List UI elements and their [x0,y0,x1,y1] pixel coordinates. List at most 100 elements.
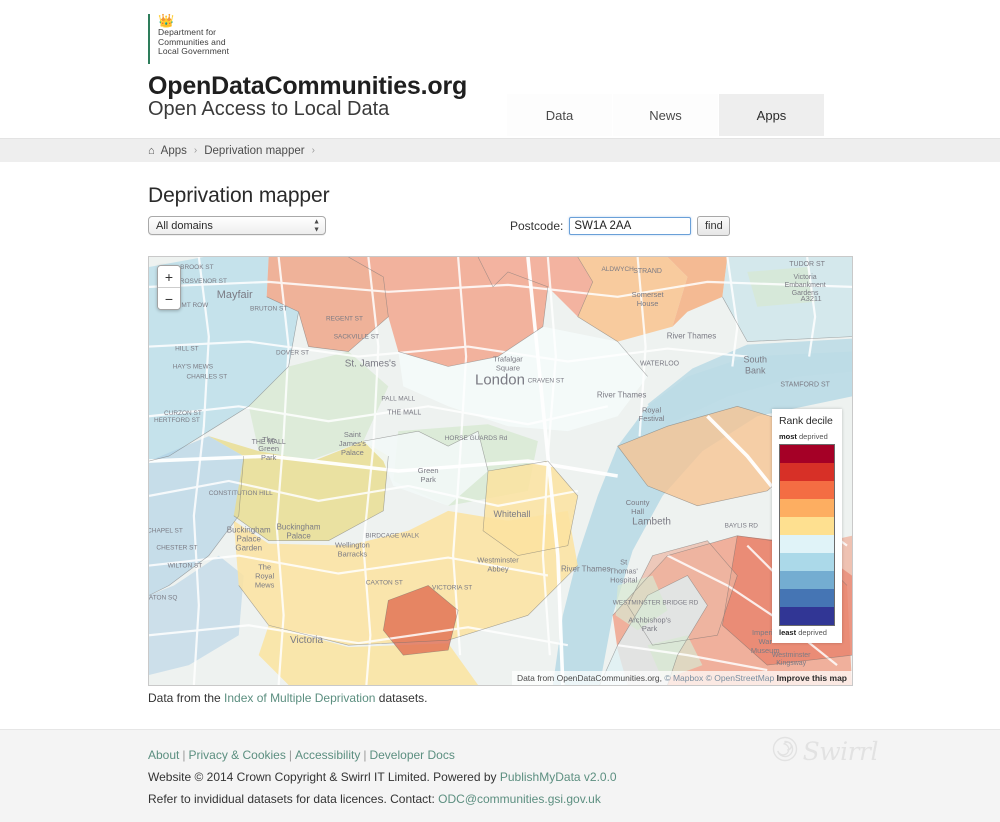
map-label: House [637,299,659,308]
openstreetmap-link[interactable]: © OpenStreetMap [706,673,775,683]
legend-most-bold: most [779,432,797,441]
map-label: Royal [642,405,661,414]
breadcrumb-item-apps[interactable]: Apps [161,145,187,157]
map-label: CHAPEL ST [149,528,183,535]
map-label: County [626,498,650,507]
map-label: Buckingham [277,523,321,532]
breadcrumb: ⌂ Apps › Deprivation mapper › [148,145,317,157]
legend-least-rest: deprived [796,628,827,637]
legend-swatch-decile-6 [780,535,834,553]
map-label: A3211 [801,294,822,303]
map-label: CRAVEN ST [528,377,565,384]
domain-select[interactable]: All domains ▲ ▼ [148,216,326,235]
domain-select-value: All domains [156,219,213,232]
breadcrumb-item-deprivation-mapper[interactable]: Deprivation mapper [204,145,304,157]
map-zoom-controls: + − [157,265,181,310]
map-label: Palace [237,535,262,544]
footer-link-privacy[interactable]: Privacy & Cookies [188,748,285,762]
footer-link-about[interactable]: About [148,748,179,762]
map-label: WILTON ST [168,563,203,570]
select-stepper-icon: ▲ ▼ [313,218,320,233]
legend-swatch-decile-9 [780,589,834,607]
map-label: Lambeth [632,517,671,528]
map-label: TUDOR ST [789,261,825,268]
map-label: Festival [639,414,665,423]
legend-swatch-decile-3 [780,481,834,499]
mapbox-link[interactable]: © Mapbox [664,673,703,683]
contact-email-link[interactable]: ODC@communities.gsi.gov.uk [438,792,601,806]
breadcrumb-separator-1: › [193,145,198,156]
royal-crest-icon: 👑️ [158,13,174,28]
map-label: BRUTON ST [250,306,287,313]
map-label: WATERLOO [640,360,680,367]
tab-news[interactable]: News [613,94,719,136]
site-footer: About | Privacy & Cookies | Accessibility | De… [0,729,1000,822]
map-label: Royal [255,572,274,581]
imd-datasets-link[interactable]: Index of Multiple Deprivation [224,691,375,705]
map-label: Archbishop's [628,615,671,624]
map-label: River Thames [597,390,647,399]
licence-text: Refer to invididual datasets for data li… [148,792,439,806]
map-attribution: Data from OpenDataCommunities.org, © Map… [511,671,852,685]
map-label: The [258,563,271,572]
deprivation-map[interactable]: London Mayfair Trafalgar Square St. James's S… [148,256,853,686]
map-label: Palace [286,532,311,541]
map-label: HAY'S MEWS [173,363,214,370]
zoom-in-button[interactable]: + [158,266,180,287]
zoom-out-button[interactable]: − [158,287,180,309]
map-label: War [759,637,773,646]
map-label: Thomas' [609,567,638,576]
data-note-prefix: Data from the [148,691,225,705]
map-label: Victoria [290,635,324,646]
tab-apps[interactable]: Apps [719,94,825,136]
footer-link-accessibility[interactable]: Accessibility [295,748,360,762]
breadcrumb-bar: ⌂ Apps › Deprivation mapper › [0,138,1000,162]
main-content: Deprivation mapper All domains ▲ ▼ Postco… [0,162,1000,715]
map-label: THE MALL [387,409,421,416]
footer-link-developer-docs[interactable]: Developer Docs [369,748,454,762]
map-label: Trafalgar [493,355,523,364]
map-label: THE MALL [252,439,286,446]
legend-swatch-decile-2 [780,463,834,481]
postcode-form: Postcode: find [510,216,731,236]
map-label: Embankment [785,282,826,289]
improve-map-link[interactable]: Improve this map [777,673,847,683]
map-label: Mews [255,580,275,589]
map-label: St. James's [345,358,396,369]
legend-color-scale [779,444,835,626]
map-label: STAMFORD ST [780,381,830,388]
map-label: Mayfair [217,289,253,301]
map-label: Westminster [772,652,811,659]
map-label: Park [642,624,658,633]
department-line-3: Local Government [158,46,230,57]
map-canvas[interactable]: London Mayfair Trafalgar Square St. James's S… [149,257,852,685]
map-label: CHESTER ST [156,545,197,552]
legend-most-rest: deprived [796,432,828,441]
map-label: River Thames [561,565,611,574]
find-button[interactable]: find [697,216,731,236]
map-label: CHARLES ST [187,373,228,380]
map-label: Palace [341,448,364,457]
map-label: Whitehall [494,509,531,519]
map-label: Hall [631,507,644,516]
legend-most-deprived-label: most deprived [779,432,835,442]
mapper-controls: All domains ▲▼ Postcode: find [0,216,1000,246]
map-label: MT ROW [181,302,209,309]
legend-swatch-decile-1 [780,445,834,463]
map-label: Wellington [335,541,370,550]
map-label: Kingsway [776,660,806,667]
tab-data[interactable]: Data [507,94,613,136]
map-label: BIRDCAGE WALK [365,533,419,540]
site-title[interactable]: OpenDataCommunities.org [148,72,467,100]
map-label: CURZON ST [164,410,202,417]
map-label: VICTORIA ST [432,584,472,591]
legend-swatch-decile-5 [780,517,834,535]
legend-swatch-decile-8 [780,571,834,589]
department-crest-block: 👑️ Department for Communities and Local … [148,14,229,64]
postcode-input[interactable] [569,217,692,235]
page-title: Deprivation mapper [148,184,330,207]
map-label: SACKVILLE ST [334,334,379,341]
map-label: Somerset [632,290,665,299]
map-label: CONSTITUTION HILL [209,490,273,497]
map-label: Green [418,466,439,475]
